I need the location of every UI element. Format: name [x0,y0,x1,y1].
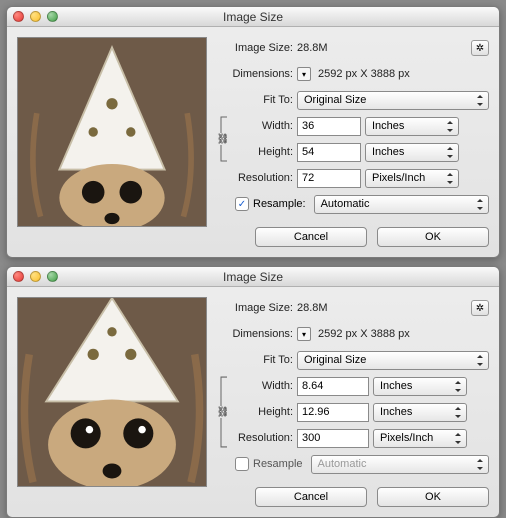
close-icon[interactable] [13,271,24,282]
image-size-value: 28.8M [297,42,328,54]
window-title: Image Size [7,270,499,284]
window-controls [13,11,58,22]
resolution-input[interactable] [297,169,361,188]
resolution-unit-select[interactable]: Pixels/Inch [365,169,459,188]
width-unit-select[interactable]: Inches [373,377,467,396]
minimize-icon[interactable] [30,11,41,22]
fit-to-label: Fit To: [217,354,293,366]
height-unit-select[interactable]: Inches [365,143,459,162]
height-input[interactable] [297,403,369,422]
resolution-label: Resolution: [229,432,293,444]
resample-checkbox[interactable]: ✓ [235,197,249,211]
preview-thumbnail [18,298,206,486]
dimensions-disclosure-icon[interactable]: ▾ [297,67,311,81]
height-label: Height: [229,146,293,158]
image-size-dialog-bottom: Image Size Image Size: 28 [6,266,500,518]
dimensions-label: Dimensions: [217,328,293,340]
constrain-link[interactable]: ⛓ [217,375,229,449]
window-title: Image Size [7,10,499,24]
ok-button[interactable]: OK [377,227,489,247]
cancel-button[interactable]: Cancel [255,227,367,247]
dimensions-disclosure-icon[interactable]: ▾ [297,327,311,341]
fit-to-select[interactable]: Original Size [297,351,489,370]
dimensions-value: 2592 px X 3888 px [318,328,410,340]
titlebar[interactable]: Image Size [7,267,499,287]
image-preview [17,297,207,487]
close-icon[interactable] [13,11,24,22]
resample-mode-select: Automatic [311,455,489,474]
resolution-input[interactable] [297,429,369,448]
resample-label: Resample: [253,198,306,210]
width-input[interactable] [297,117,361,136]
image-size-dialog-top: Image Size Image Size: 28.8M ✲ [6,6,500,258]
height-label: Height: [229,406,293,418]
height-input[interactable] [297,143,361,162]
gear-icon[interactable]: ✲ [471,40,489,56]
width-label: Width: [229,380,293,392]
fit-to-label: Fit To: [217,94,293,106]
height-unit-select[interactable]: Inches [373,403,467,422]
link-icon: ⛓ [217,406,229,418]
image-preview [17,37,207,227]
image-size-label: Image Size: [217,302,293,314]
resample-checkbox[interactable] [235,457,249,471]
resample-mode-select[interactable]: Automatic [314,195,489,214]
dimensions-value: 2592 px X 3888 px [318,68,410,80]
width-input[interactable] [297,377,369,396]
image-size-label: Image Size: [217,42,293,54]
link-icon: ⛓ [217,133,229,145]
fit-to-select[interactable]: Original Size [297,91,489,110]
resample-label: Resample [253,458,303,470]
zoom-icon[interactable] [47,271,58,282]
image-size-value: 28.8M [297,302,328,314]
titlebar[interactable]: Image Size [7,7,499,27]
resolution-label: Resolution: [217,172,293,184]
window-controls [13,271,58,282]
minimize-icon[interactable] [30,271,41,282]
dimensions-label: Dimensions: [217,68,293,80]
ok-button[interactable]: OK [377,487,489,507]
width-label: Width: [229,120,293,132]
preview-thumbnail [18,38,206,226]
gear-icon[interactable]: ✲ [471,300,489,316]
constrain-link[interactable]: ⛓ [217,115,229,163]
cancel-button[interactable]: Cancel [255,487,367,507]
resolution-unit-select[interactable]: Pixels/Inch [373,429,467,448]
zoom-icon[interactable] [47,11,58,22]
width-unit-select[interactable]: Inches [365,117,459,136]
